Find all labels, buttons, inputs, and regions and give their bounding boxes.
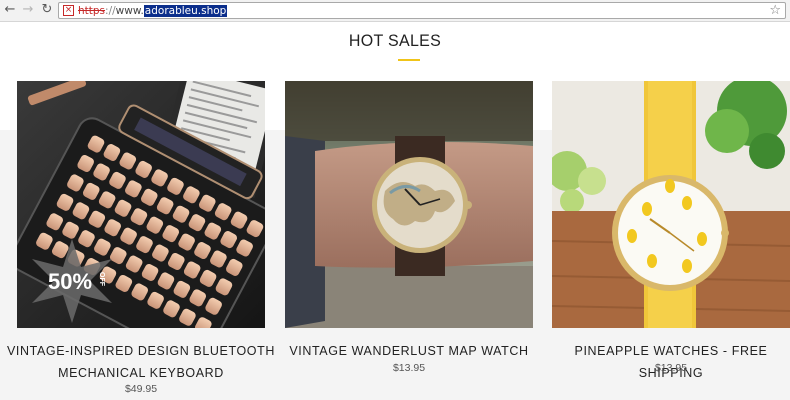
address-bar[interactable]: × https://www.adorableu.shop ☆ [58, 2, 786, 19]
product-card-pineapple-watch[interactable]: PINEAPPLE WATCHES - FREE SHIPPING $13.95 [552, 81, 790, 400]
url-text[interactable]: https://www.adorableu.shop [78, 4, 228, 18]
product-card-keyboard[interactable]: 50% OFF VINTAGE-INSPIRED DESIGN BLUETOOT… [7, 81, 274, 400]
product-title-line: VINTAGE-INSPIRED DESIGN BLUETOOTH [7, 344, 275, 358]
product-price: $13.95 [654, 362, 688, 374]
product-title-map-watch[interactable]: VINTAGE WANDERLUST MAP WATCH [275, 340, 543, 362]
title-underline [398, 59, 420, 61]
bookmark-star-icon[interactable]: ☆ [769, 3, 781, 18]
browser-toolbar: ← → ↻ × https://www.adorableu.shop ☆ [0, 0, 790, 22]
product-price: $13.95 [392, 362, 426, 374]
product-title-keyboard[interactable]: VINTAGE-INSPIRED DESIGN BLUETOOTH MECHAN… [7, 340, 275, 384]
discount-badge-label: OFF [98, 272, 105, 287]
forward-arrow-icon[interactable]: → [20, 2, 36, 18]
back-arrow-icon[interactable]: ← [2, 2, 18, 18]
product-price: $49.95 [124, 383, 158, 395]
discount-badge-value: 50% [48, 269, 92, 294]
map-watch-photo [285, 81, 533, 328]
insecure-lock-icon[interactable]: × [63, 5, 74, 16]
product-image-pineapple-watch[interactable] [552, 81, 790, 328]
pineapple-watch-photo [552, 81, 790, 328]
product-title-line: MECHANICAL KEYBOARD [58, 366, 224, 380]
url-scheme: https [78, 5, 106, 17]
keyboard-photo: 50% OFF [17, 81, 265, 328]
product-image-keyboard[interactable]: 50% OFF [17, 81, 265, 328]
product-image-map-watch[interactable] [285, 81, 533, 328]
product-card-map-watch[interactable]: VINTAGE WANDERLUST MAP WATCH $13.95 [285, 81, 533, 400]
url-host: adorableu.shop [143, 5, 228, 17]
section-title: HOT SALES [348, 32, 442, 51]
url-www: www. [115, 5, 144, 17]
reload-icon[interactable]: ↻ [39, 2, 55, 18]
url-separator: :// [105, 5, 116, 17]
